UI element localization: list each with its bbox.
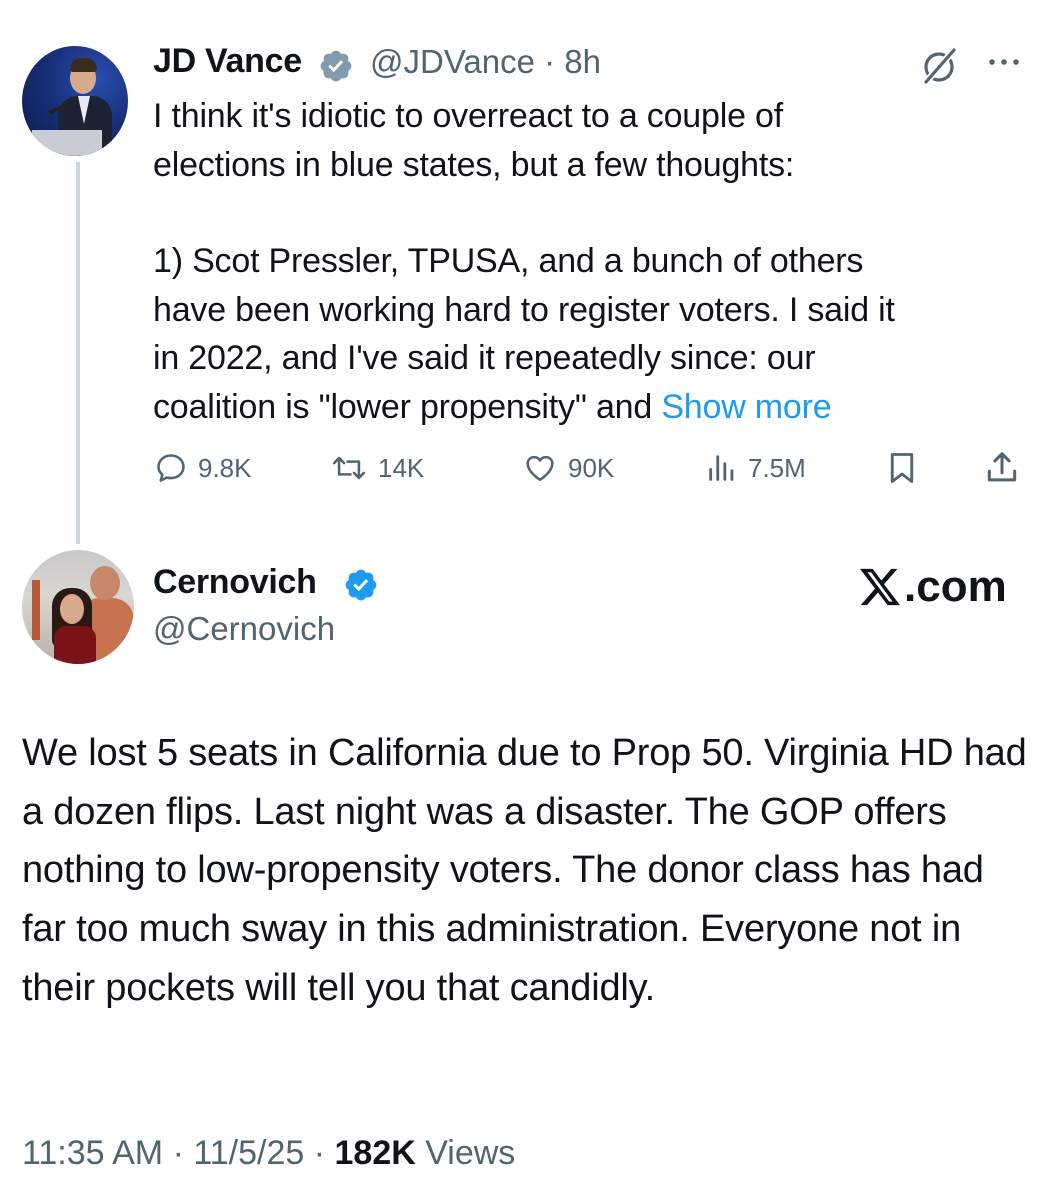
post-time[interactable]: 8h (564, 43, 601, 80)
repost-count: 14K (378, 452, 425, 483)
views-icon (709, 455, 734, 481)
tweet-meta-footer: 11:35 AM · 11/5/25 · 182K Views (22, 1134, 515, 1173)
like-button[interactable]: 90K (522, 446, 614, 490)
text-line-last: coalition is "lower propensity" and (153, 387, 662, 426)
reply-icon (157, 454, 185, 482)
verified-badge-blue-icon (345, 569, 377, 601)
avatar-man-head (90, 566, 120, 600)
views-button[interactable]: 7.5M (706, 446, 806, 490)
avatar-podium (32, 130, 102, 156)
tweet-text: We lost 5 seats in California due to Pro… (22, 732, 1027, 1009)
author-handle[interactable]: @JDVance (370, 43, 535, 80)
x-logo-icon (860, 568, 900, 606)
avatar-woman-face (60, 594, 84, 624)
x-com-watermark: .com (858, 562, 1007, 612)
text-line: 1) Scot Pressler, TPUSA, and a bunch of … (153, 242, 864, 280)
tweet-text: I think it's idiotic to overreact to a c… (153, 92, 1023, 431)
more-options-icon[interactable] (982, 46, 1026, 76)
grok-icon[interactable] (918, 44, 962, 88)
author-handle[interactable]: @Cernovich (153, 610, 335, 648)
watermark-text: .com (904, 562, 1007, 611)
separator-dot: · (304, 1134, 335, 1172)
repost-button[interactable]: 14K (330, 446, 424, 490)
text-line: I think it's idiotic to overreact to a c… (153, 97, 783, 135)
separator-dot: · (534, 43, 565, 80)
views-count: 7.5M (748, 452, 806, 483)
jd-vance-avatar[interactable] (22, 46, 128, 156)
author-name[interactable]: Cernovich (153, 563, 317, 602)
like-count: 90K (568, 452, 615, 483)
like-icon (526, 455, 554, 482)
text-line: have been working hard to register voter… (153, 290, 895, 329)
reply-button[interactable]: 9.8K (154, 446, 252, 490)
share-icon (987, 452, 1017, 482)
author-handle-and-time: @JDVance · 8h (370, 43, 601, 81)
cernovich-avatar[interactable] (22, 550, 134, 664)
bookmark-icon (890, 453, 914, 483)
avatar-bridge-tower (32, 580, 40, 640)
repost-icon (332, 456, 366, 480)
share-button[interactable] (982, 446, 1022, 490)
show-more-link[interactable]: Show more (661, 388, 831, 426)
text-line: in 2022, and I've said it repeatedly sin… (153, 339, 816, 377)
separator-dot: · (163, 1134, 194, 1172)
bookmark-button[interactable] (884, 446, 920, 490)
views-label: Views (415, 1134, 516, 1172)
reply-count: 9.8K (198, 452, 252, 483)
views-count[interactable]: 182K (335, 1134, 416, 1172)
avatar-hair (70, 58, 97, 72)
post-date[interactable]: 11/5/25 (193, 1134, 304, 1172)
author-name[interactable]: JD Vance (153, 42, 302, 81)
post-time[interactable]: 11:35 AM (22, 1134, 163, 1172)
avatar-woman-dress (54, 626, 96, 664)
thread-connector-line (76, 162, 80, 544)
text-line: coalition is "lower propensity" and Show… (153, 383, 1023, 432)
text-line: elections in blue states, but a few thou… (153, 145, 795, 184)
verified-badge-gray-icon (320, 50, 352, 82)
